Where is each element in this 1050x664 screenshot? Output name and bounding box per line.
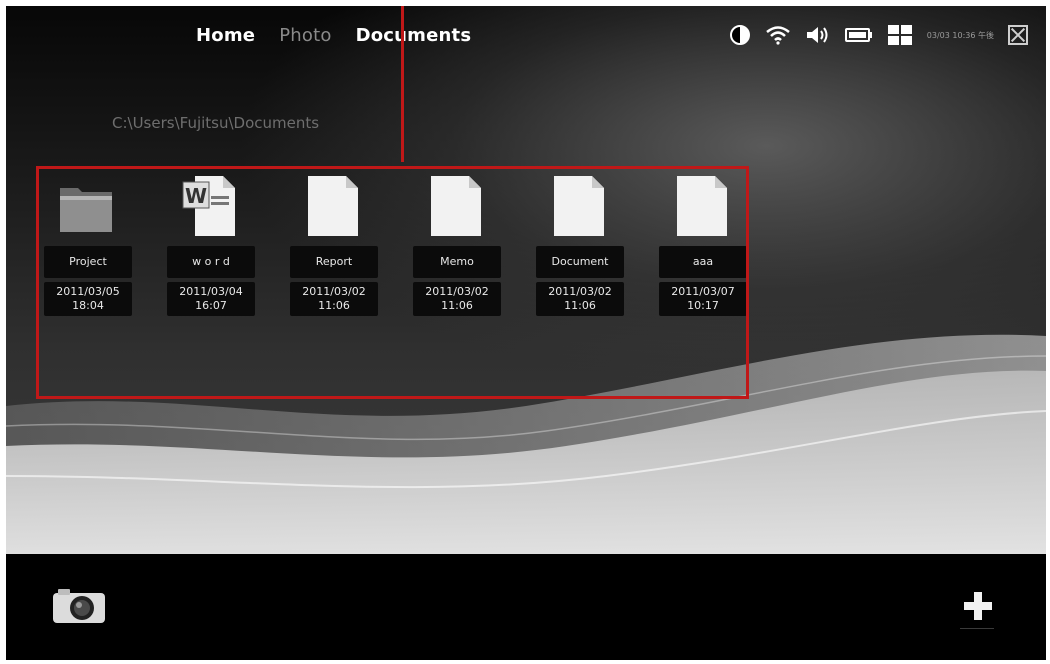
top-navigation: Home Photo Documents	[196, 25, 471, 46]
camera-icon[interactable]	[52, 588, 106, 624]
nav-photo[interactable]: Photo	[279, 25, 331, 46]
close-icon[interactable]	[1008, 25, 1028, 45]
speaker-icon[interactable]	[805, 25, 831, 45]
app-screen: Home Photo Documents 03/03 10:36 午後 C:\U…	[6, 6, 1046, 660]
grid-view-icon[interactable]	[887, 24, 913, 46]
annotation-callout-line	[401, 6, 404, 162]
battery-icon[interactable]	[844, 27, 873, 43]
nav-home[interactable]: Home	[196, 25, 255, 46]
folder-path: C:\Users\Fujitsu\Documents	[112, 114, 320, 132]
clock: 03/03 10:36 午後	[926, 30, 994, 40]
status-bar: 03/03 10:36 午後	[729, 22, 1028, 48]
bottom-toolbar	[6, 554, 1046, 660]
contrast-icon[interactable]	[729, 24, 751, 46]
annotation-highlight-box	[36, 166, 749, 399]
plus-underline	[960, 628, 994, 629]
nav-documents[interactable]: Documents	[356, 25, 472, 46]
plus-icon[interactable]	[958, 586, 998, 626]
wifi-icon[interactable]	[765, 25, 791, 45]
